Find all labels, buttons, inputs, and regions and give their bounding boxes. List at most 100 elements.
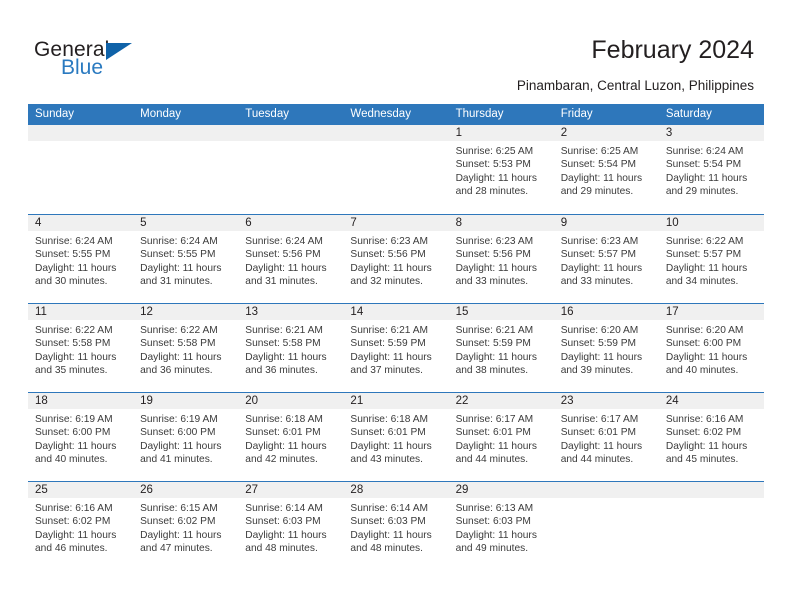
calendar-day-cell[interactable]: 12 Sunrise: 6:22 AM Sunset: 5:58 PM Dayligh… <box>133 304 239 392</box>
calendar-day-cell[interactable]: 26 Sunrise: 6:15 AM Sunset: 6:02 PM Dayligh… <box>133 482 239 570</box>
calendar-day-cell[interactable]: 14 Sunrise: 6:21 AM Sunset: 5:59 PM Dayligh… <box>343 304 449 392</box>
day-number-band: 15 <box>448 304 554 320</box>
calendar-week-row: 1 Sunrise: 6:25 AM Sunset: 5:53 PM Daylight… <box>28 125 764 214</box>
calendar-day-cell[interactable]: 20 Sunrise: 6:18 AM Sunset: 6:01 PM Dayligh… <box>238 393 344 481</box>
daylight-text: Daylight: 11 hours and 41 minutes. <box>140 440 222 465</box>
day-number: 17 <box>665 306 679 318</box>
day-number-band: 5 <box>133 215 239 231</box>
calendar-day-cell[interactable]: 19 Sunrise: 6:19 AM Sunset: 6:00 PM Dayligh… <box>133 393 239 481</box>
sunrise-text: Sunrise: 6:21 AM <box>245 325 323 336</box>
calendar-day-cell[interactable]: 1 Sunrise: 6:25 AM Sunset: 5:53 PM Daylight… <box>448 125 554 214</box>
day-sun-info: Sunrise: 6:16 AM Sunset: 6:02 PM Daylight:… <box>28 498 133 555</box>
day-sun-info: Sunrise: 6:21 AM Sunset: 5:59 PM Daylight:… <box>449 320 554 377</box>
day-sun-info: Sunrise: 6:13 AM Sunset: 6:03 PM Daylight:… <box>449 498 554 555</box>
sunrise-text: Sunrise: 6:22 AM <box>665 236 744 247</box>
calendar-day-cell[interactable]: 24 Sunrise: 6:16 AM Sunset: 6:02 PM Dayligh… <box>658 393 764 481</box>
day-sun-info: Sunrise: 6:17 AM Sunset: 6:01 PM Daylight:… <box>449 409 554 466</box>
day-number-band: 22 <box>448 393 554 409</box>
sunset-text: Sunset: 5:58 PM <box>35 338 111 350</box>
daylight-text: Daylight: 11 hours and 36 minutes. <box>140 351 222 376</box>
sunset-text: Sunset: 6:01 PM <box>455 427 531 439</box>
calendar-day-cell[interactable]: 3 Sunrise: 6:24 AM Sunset: 5:54 PM Daylight… <box>658 125 764 214</box>
calendar-day-cell[interactable]: 17 Sunrise: 6:20 AM Sunset: 6:00 PM Dayligh… <box>658 304 764 392</box>
sunset-text: Sunset: 6:01 PM <box>560 427 637 439</box>
calendar-day-cell[interactable]: 8 Sunrise: 6:23 AM Sunset: 5:56 PM Daylight… <box>448 215 554 303</box>
calendar-day-cell[interactable]: 13 Sunrise: 6:21 AM Sunset: 5:58 PM Dayligh… <box>238 304 344 392</box>
sunrise-text: Sunrise: 6:24 AM <box>140 236 218 247</box>
calendar-day-cell[interactable]: 16 Sunrise: 6:20 AM Sunset: 5:59 PM Dayligh… <box>553 304 659 392</box>
calendar-day-cell[interactable]: 15 Sunrise: 6:21 AM Sunset: 5:59 PM Dayligh… <box>448 304 554 392</box>
day-number-band: 21 <box>343 393 449 409</box>
day-sun-info: Sunrise: 6:22 AM Sunset: 5:58 PM Daylight:… <box>28 320 133 377</box>
daylight-text: Daylight: 11 hours and 33 minutes. <box>455 262 537 287</box>
sunset-text: Sunset: 6:03 PM <box>455 516 531 528</box>
calendar-day-cell[interactable]: 28 Sunrise: 6:14 AM Sunset: 6:03 PM Dayligh… <box>343 482 449 570</box>
sunset-text: Sunset: 5:55 PM <box>140 249 216 261</box>
calendar-day-cell[interactable]: 9 Sunrise: 6:23 AM Sunset: 5:57 PM Daylight… <box>553 215 659 303</box>
daylight-text: Daylight: 11 hours and 32 minutes. <box>350 262 432 287</box>
sunset-text: Sunset: 5:58 PM <box>140 338 216 350</box>
calendar-day-cell[interactable]: 18 Sunrise: 6:19 AM Sunset: 6:00 PM Dayligh… <box>28 393 134 481</box>
daylight-text: Daylight: 11 hours and 29 minutes. <box>560 172 643 197</box>
daylight-text: Daylight: 11 hours and 29 minutes. <box>665 172 748 197</box>
calendar-day-cell[interactable]: 29 Sunrise: 6:13 AM Sunset: 6:03 PM Dayligh… <box>448 482 554 570</box>
calendar-day-cell[interactable]: 6 Sunrise: 6:24 AM Sunset: 5:56 PM Daylight… <box>238 215 344 303</box>
day-number: 29 <box>455 484 469 496</box>
sunrise-text: Sunrise: 6:24 AM <box>665 146 744 157</box>
sunset-text: Sunset: 5:54 PM <box>665 159 742 171</box>
calendar-day-cell[interactable]: 21 Sunrise: 6:18 AM Sunset: 6:01 PM Dayligh… <box>343 393 449 481</box>
calendar-day-cell[interactable]: 2 Sunrise: 6:25 AM Sunset: 5:54 PM Daylight… <box>553 125 659 214</box>
day-sun-info: Sunrise: 6:24 AM Sunset: 5:55 PM Daylight:… <box>133 231 238 288</box>
sunset-text: Sunset: 5:55 PM <box>35 249 111 261</box>
calendar-day-cell[interactable]: 5 Sunrise: 6:24 AM Sunset: 5:55 PM Daylight… <box>133 215 239 303</box>
calendar-day-cell-empty <box>238 125 344 214</box>
calendar-week-row: 11 Sunrise: 6:22 AM Sunset: 5:58 PM Dayligh… <box>28 303 764 392</box>
daylight-text: Daylight: 11 hours and 45 minutes. <box>665 440 748 465</box>
day-number-band <box>658 482 764 498</box>
page-title: February 2024 <box>591 36 754 64</box>
calendar-day-cell[interactable]: 27 Sunrise: 6:14 AM Sunset: 6:03 PM Dayligh… <box>238 482 344 570</box>
calendar-week-row: 25 Sunrise: 6:16 AM Sunset: 6:02 PM Dayligh… <box>28 481 764 570</box>
calendar-day-cell[interactable]: 10 Sunrise: 6:22 AM Sunset: 5:57 PM Dayligh… <box>658 215 764 303</box>
calendar-day-cell[interactable]: 22 Sunrise: 6:17 AM Sunset: 6:01 PM Dayligh… <box>448 393 554 481</box>
day-number: 24 <box>665 395 679 407</box>
daylight-text: Daylight: 11 hours and 43 minutes. <box>350 440 432 465</box>
day-number-band: 27 <box>238 482 344 498</box>
sunrise-text: Sunrise: 6:18 AM <box>350 414 429 425</box>
calendar-day-cell[interactable]: 4 Sunrise: 6:24 AM Sunset: 5:55 PM Daylight… <box>28 215 134 303</box>
day-number: 3 <box>665 127 673 139</box>
calendar-grid: Sunday Monday Tuesday Wednesday Thursday… <box>28 104 764 570</box>
day-sun-info: Sunrise: 6:19 AM Sunset: 6:00 PM Daylight:… <box>133 409 238 466</box>
daylight-text: Daylight: 11 hours and 44 minutes. <box>560 440 643 465</box>
daylight-text: Daylight: 11 hours and 31 minutes. <box>140 262 222 287</box>
weekday-header-tuesday: Tuesday <box>245 108 289 120</box>
day-number-band: 1 <box>448 125 554 141</box>
sunrise-text: Sunrise: 6:20 AM <box>665 325 744 336</box>
page-subtitle-location: Pinambaran, Central Luzon, Philippines <box>516 78 754 93</box>
day-sun-info: Sunrise: 6:24 AM Sunset: 5:56 PM Daylight:… <box>238 231 343 288</box>
day-number-band: 25 <box>28 482 134 498</box>
daylight-text: Daylight: 11 hours and 49 minutes. <box>455 529 537 554</box>
calendar-day-cell-empty <box>553 482 659 570</box>
sunset-text: Sunset: 6:01 PM <box>350 427 426 439</box>
calendar-day-cell[interactable]: 23 Sunrise: 6:17 AM Sunset: 6:01 PM Dayligh… <box>553 393 659 481</box>
sunrise-text: Sunrise: 6:15 AM <box>140 503 218 514</box>
day-number: 8 <box>455 217 462 229</box>
day-number-band: 24 <box>658 393 764 409</box>
sunrise-text: Sunrise: 6:14 AM <box>350 503 429 514</box>
calendar-day-cell[interactable]: 25 Sunrise: 6:16 AM Sunset: 6:02 PM Dayligh… <box>28 482 134 570</box>
calendar-day-cell[interactable]: 7 Sunrise: 6:23 AM Sunset: 5:56 PM Daylight… <box>343 215 449 303</box>
sunset-text: Sunset: 5:53 PM <box>455 159 531 171</box>
sunset-text: Sunset: 6:02 PM <box>35 516 111 528</box>
day-number: 11 <box>35 306 47 318</box>
day-number: 16 <box>560 306 574 318</box>
weekday-header-thursday: Thursday <box>455 108 504 120</box>
sunrise-text: Sunrise: 6:18 AM <box>245 414 323 425</box>
sunrise-text: Sunrise: 6:21 AM <box>455 325 534 336</box>
sunrise-text: Sunrise: 6:19 AM <box>35 414 113 425</box>
general-blue-logo[interactable]: General Blue <box>34 38 194 84</box>
day-number-band: 8 <box>448 215 554 231</box>
calendar-day-cell[interactable]: 11 Sunrise: 6:22 AM Sunset: 5:58 PM Dayligh… <box>28 304 134 392</box>
day-number: 25 <box>35 484 48 496</box>
day-number-band: 10 <box>658 215 764 231</box>
